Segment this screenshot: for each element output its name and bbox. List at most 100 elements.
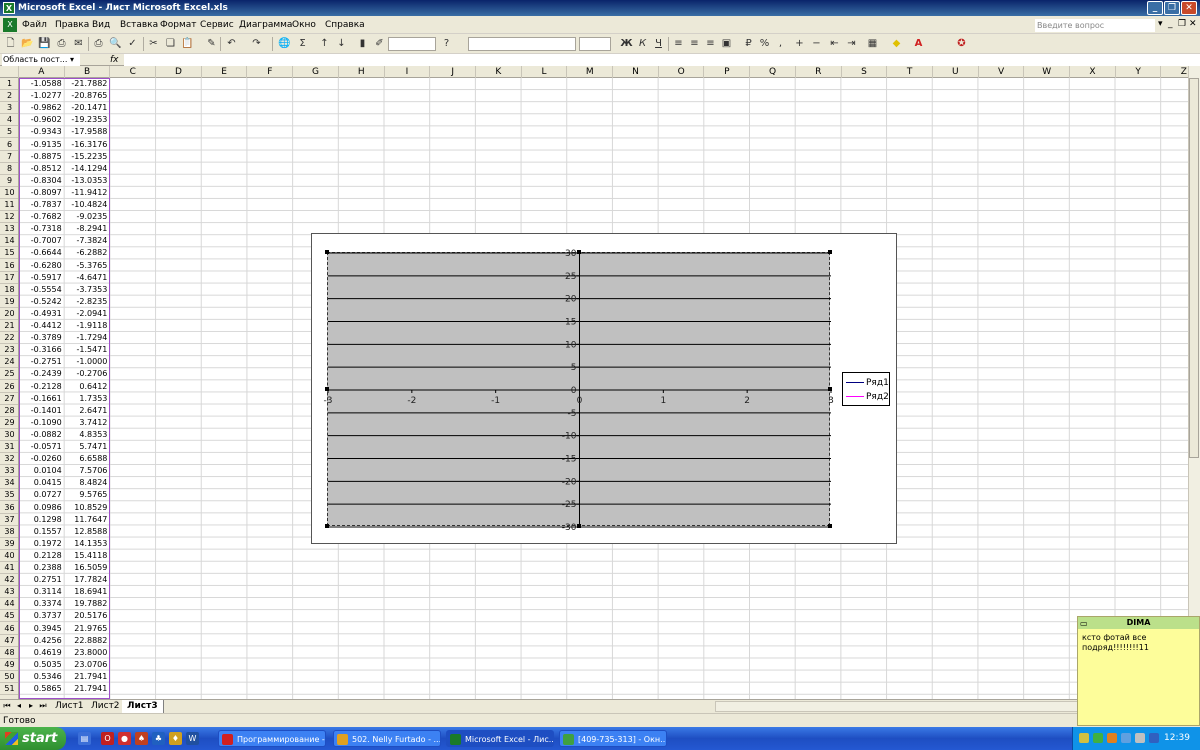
column-header-o[interactable]: O: [659, 66, 705, 78]
cell-b[interactable]: -1.0000: [65, 356, 111, 368]
cell-b[interactable]: 16.5059: [65, 562, 111, 574]
row-header[interactable]: 12: [0, 211, 18, 224]
column-header-i[interactable]: I: [385, 66, 431, 78]
task-button[interactable]: 502. Nelly Furtado - ...: [333, 730, 441, 747]
first-sheet-icon[interactable]: ⏮: [2, 701, 12, 711]
cell-a[interactable]: 0.1972: [19, 538, 65, 550]
hyperlink-icon[interactable]: 🌐: [278, 37, 291, 50]
fx-icon[interactable]: fx: [110, 54, 119, 66]
cell-b[interactable]: -4.6471: [65, 272, 111, 284]
cell-b[interactable]: 19.7882: [65, 598, 111, 610]
merge-center-icon[interactable]: ▣: [720, 37, 733, 50]
cell-b[interactable]: -6.2882: [65, 247, 111, 259]
menu-file[interactable]: Файл: [22, 20, 47, 30]
copy-icon[interactable]: ❏: [164, 37, 177, 50]
cell-a[interactable]: 0.0104: [19, 465, 65, 477]
cell-b[interactable]: -1.5471: [65, 344, 111, 356]
menu-window[interactable]: Окно: [292, 20, 316, 30]
decrease-decimal-icon[interactable]: −: [810, 37, 823, 50]
resize-handle[interactable]: [577, 524, 581, 528]
sheet-tab-1[interactable]: Лист1: [50, 700, 90, 713]
row-header[interactable]: 18: [0, 284, 18, 296]
menu-tools[interactable]: Сервис: [200, 20, 234, 30]
cell-a[interactable]: -1.0277: [19, 90, 65, 102]
row-header[interactable]: 11: [0, 199, 18, 211]
cell-b[interactable]: -20.1471: [65, 102, 111, 114]
sheet-tab-2[interactable]: Лист2: [86, 700, 126, 713]
cell-a[interactable]: -0.7318: [19, 223, 65, 235]
drawing-icon[interactable]: ✐: [373, 37, 386, 50]
column-header-f[interactable]: F: [248, 66, 294, 78]
cell-b[interactable]: 20.5176: [65, 610, 111, 622]
row-header[interactable]: 32: [0, 453, 18, 466]
cell-b[interactable]: -10.4824: [65, 199, 111, 211]
volume-icon[interactable]: [1135, 733, 1145, 743]
paste-icon[interactable]: 📋: [181, 37, 194, 50]
row-header[interactable]: 1: [0, 78, 18, 90]
column-header-x[interactable]: X: [1070, 66, 1116, 78]
vertical-scroll-thumb[interactable]: [1189, 78, 1199, 458]
italic-icon[interactable]: К: [636, 37, 649, 50]
cell-b[interactable]: 4.8353: [65, 429, 111, 441]
cell-b[interactable]: 18.6941: [65, 586, 111, 598]
resize-handle[interactable]: [577, 250, 581, 254]
cell-b[interactable]: 15.4118: [65, 550, 111, 562]
row-header[interactable]: 28: [0, 405, 18, 417]
cell-b[interactable]: 17.7824: [65, 574, 111, 586]
column-header-w[interactable]: W: [1024, 66, 1071, 78]
cell-a[interactable]: 0.3945: [19, 623, 65, 635]
row-header[interactable]: 30: [0, 429, 18, 441]
autosum-icon[interactable]: Σ: [296, 37, 309, 50]
row-header[interactable]: 47: [0, 635, 18, 647]
resize-handle[interactable]: [325, 250, 329, 254]
row-header[interactable]: 45: [0, 610, 18, 623]
cell-a[interactable]: 0.3737: [19, 610, 65, 622]
row-header[interactable]: 33: [0, 465, 18, 478]
quicklaunch-icon[interactable]: ♣: [152, 732, 165, 745]
bold-icon[interactable]: Ж: [620, 37, 633, 50]
cell-a[interactable]: 0.4619: [19, 647, 65, 659]
plot-area[interactable]: 30 25 20 15 10 5 0 -5 -10 -15 -20 -25 -30 -3 -2 -1 0 1 2 3: [324, 249, 834, 533]
print-preview-icon[interactable]: 🔍: [109, 37, 122, 50]
column-header-j[interactable]: J: [430, 66, 476, 78]
column-header-n[interactable]: N: [613, 66, 659, 78]
cell-b[interactable]: 11.7647: [65, 514, 111, 526]
column-header-g[interactable]: G: [293, 66, 339, 78]
select-all-corner[interactable]: [0, 66, 19, 78]
start-button[interactable]: start: [0, 727, 66, 750]
cell-a[interactable]: -0.9862: [19, 102, 65, 114]
cell-b[interactable]: 5.7471: [65, 441, 111, 453]
align-center-icon[interactable]: ≡: [688, 37, 701, 50]
cell-b[interactable]: -7.3824: [65, 235, 111, 247]
cell-b[interactable]: 7.5706: [65, 465, 111, 477]
cell-a[interactable]: 0.2751: [19, 574, 65, 586]
tray-icon[interactable]: [1121, 733, 1131, 743]
prev-sheet-icon[interactable]: ◂: [14, 701, 24, 710]
cell-a[interactable]: 0.3374: [19, 598, 65, 610]
cell-a[interactable]: -0.7007: [19, 235, 65, 247]
name-box[interactable]: Область пост...: [2, 54, 80, 66]
menu-edit[interactable]: Правка: [55, 20, 89, 30]
note-body[interactable]: ксто фотай все подряд!!!!!!!!11: [1078, 629, 1199, 657]
minimize-button[interactable]: _: [1147, 1, 1163, 15]
row-header[interactable]: 43: [0, 586, 18, 599]
cell-a[interactable]: 0.1557: [19, 526, 65, 538]
task-button[interactable]: Microsoft Excel - Лис...: [446, 730, 554, 747]
font-color-icon[interactable]: A: [912, 37, 925, 50]
tray-icon[interactable]: [1149, 733, 1159, 743]
doc-minimize-icon[interactable]: _: [1168, 19, 1173, 29]
row-header[interactable]: 48: [0, 647, 18, 659]
task-button[interactable]: [409-735-313] - Окн...: [559, 730, 667, 747]
research-icon[interactable]: ✪: [955, 37, 968, 50]
cell-a[interactable]: -0.0882: [19, 429, 65, 441]
cell-a[interactable]: 0.5035: [19, 659, 65, 671]
cell-a[interactable]: 0.4256: [19, 635, 65, 647]
note-pin-icon[interactable]: ▭: [1080, 618, 1088, 630]
row-header[interactable]: 41: [0, 562, 18, 574]
font-size-select[interactable]: [579, 37, 611, 51]
resize-handle[interactable]: [828, 250, 832, 254]
save-icon[interactable]: 💾: [38, 37, 51, 50]
cell-a[interactable]: 0.1298: [19, 514, 65, 526]
cell-b[interactable]: 21.9765: [65, 623, 111, 635]
row-header[interactable]: 29: [0, 417, 18, 429]
